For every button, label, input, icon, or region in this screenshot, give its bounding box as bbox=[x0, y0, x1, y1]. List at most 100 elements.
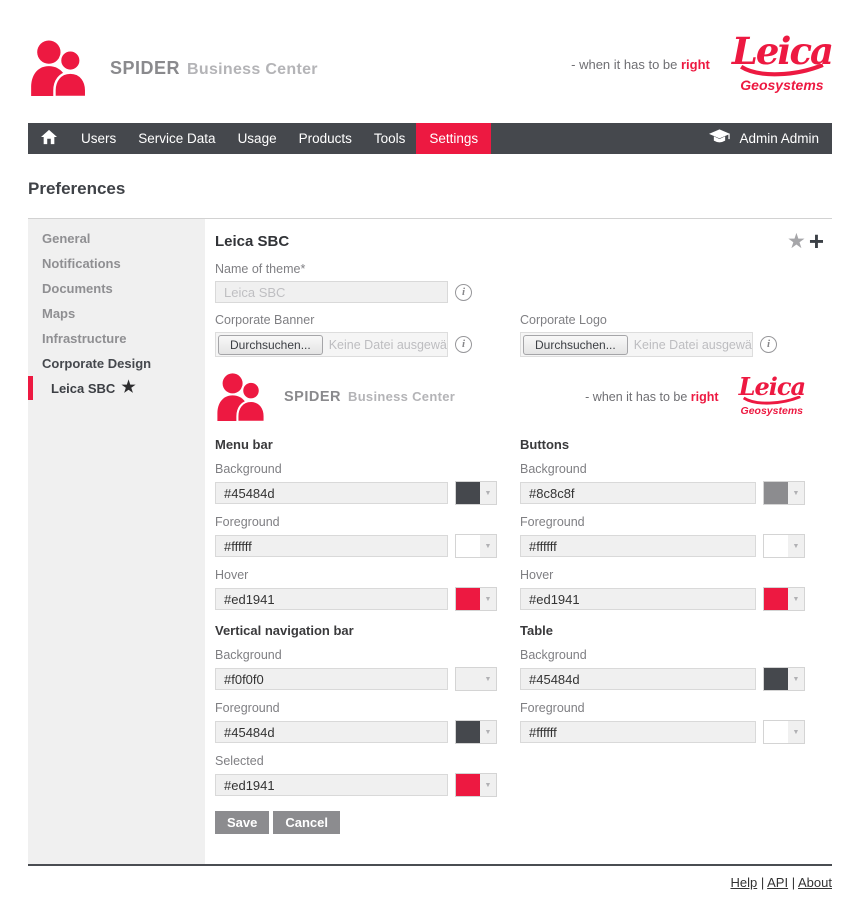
brand-name: SPIDER bbox=[110, 58, 180, 79]
spider-people-icon bbox=[28, 40, 94, 96]
chevron-down-icon: ▼ bbox=[480, 668, 496, 690]
nav-label: Products bbox=[299, 131, 352, 146]
sidebar-item-leica-sbc[interactable]: Leica SBC ★ bbox=[28, 376, 205, 400]
browse-button[interactable]: Durchsuchen... bbox=[218, 335, 323, 355]
color-field: ▼ bbox=[215, 587, 497, 611]
footer-separator: | bbox=[761, 875, 764, 890]
tagline-prefix: - when it has to be bbox=[585, 390, 691, 404]
color-swatch-dropdown[interactable]: ▼ bbox=[455, 481, 497, 505]
leica-sub-wordmark: Geosystems bbox=[741, 405, 803, 417]
browse-button[interactable]: Durchsuchen... bbox=[523, 335, 628, 355]
sidebar-item-general[interactable]: General bbox=[28, 226, 205, 251]
save-button[interactable]: Save bbox=[215, 811, 269, 834]
field-label: Foreground bbox=[215, 515, 497, 529]
color-field: ▼ bbox=[215, 534, 497, 558]
footer-link-about[interactable]: About bbox=[798, 875, 832, 890]
nav-item-users[interactable]: Users bbox=[70, 123, 127, 154]
color-value-input[interactable] bbox=[215, 668, 448, 690]
brand-text: SPIDER Business Center bbox=[110, 58, 318, 79]
leica-swoosh bbox=[738, 64, 826, 77]
footer-link-api[interactable]: API bbox=[767, 875, 788, 890]
section-title: Table bbox=[520, 623, 805, 638]
color-value-input[interactable] bbox=[520, 535, 756, 557]
color-swatch-dropdown[interactable]: ▼ bbox=[763, 534, 805, 558]
footer: Help | API | About bbox=[28, 875, 832, 890]
color-swatch-dropdown[interactable]: ▼ bbox=[455, 720, 497, 744]
favorite-toggle-icon[interactable]: ★ bbox=[787, 231, 806, 252]
color-field: ▼ bbox=[215, 667, 497, 691]
color-value-input[interactable] bbox=[215, 721, 448, 743]
user-name: Admin Admin bbox=[739, 131, 819, 146]
corporate-banner-file-input[interactable]: Durchsuchen... Keine Datei ausgewä bbox=[215, 332, 448, 357]
field-label: Background bbox=[520, 462, 805, 476]
field-label: Background bbox=[215, 462, 497, 476]
field-label: Hover bbox=[520, 568, 805, 582]
sidebar-item-maps[interactable]: Maps bbox=[28, 301, 205, 326]
info-icon[interactable]: i bbox=[455, 284, 472, 301]
cancel-button[interactable]: Cancel bbox=[273, 811, 340, 834]
leica-geosystems-logo: Leica Geosystems bbox=[739, 377, 805, 416]
theme-actions: ★ + bbox=[787, 231, 824, 252]
color-swatch-dropdown[interactable]: ▼ bbox=[763, 667, 805, 691]
color-swatch-dropdown[interactable]: ▼ bbox=[455, 667, 497, 691]
nav-label: Settings bbox=[429, 131, 478, 146]
chevron-down-icon: ▼ bbox=[480, 774, 496, 796]
sidebar-item-infrastructure[interactable]: Infrastructure bbox=[28, 326, 205, 351]
header-right: - when it has to be right Leica Geosyste… bbox=[571, 36, 832, 93]
color-swatch-dropdown[interactable]: ▼ bbox=[455, 534, 497, 558]
chevron-down-icon: ▼ bbox=[480, 482, 496, 504]
sidebar-item-notifications[interactable]: Notifications bbox=[28, 251, 205, 276]
name-of-theme-label: Name of theme* bbox=[215, 262, 832, 276]
color-value-input[interactable] bbox=[520, 668, 756, 690]
corporate-logo-file-input[interactable]: Durchsuchen... Keine Datei ausgewä bbox=[520, 332, 753, 357]
chevron-down-icon: ▼ bbox=[788, 482, 804, 504]
nav-item-tools[interactable]: Tools bbox=[363, 123, 417, 154]
info-icon[interactable]: i bbox=[455, 336, 472, 353]
color-value-input[interactable] bbox=[215, 482, 448, 504]
color-swatch-dropdown[interactable]: ▼ bbox=[455, 587, 497, 611]
corporate-banner-preview: SPIDER Business Center - when it has to … bbox=[215, 373, 832, 421]
field-label: Background bbox=[520, 648, 805, 662]
add-theme-icon[interactable]: + bbox=[809, 231, 824, 252]
color-swatch bbox=[764, 535, 788, 557]
page: SPIDER Business Center - when it has to … bbox=[0, 0, 860, 890]
color-swatch bbox=[456, 668, 480, 690]
color-field: ▼ bbox=[520, 667, 805, 691]
section-title: Menu bar bbox=[215, 437, 497, 452]
nav-item-service-data[interactable]: Service Data bbox=[127, 123, 226, 154]
nav-user-menu[interactable]: Admin Admin bbox=[709, 123, 832, 154]
info-icon[interactable]: i bbox=[760, 336, 777, 353]
brand-text: SPIDER Business Center bbox=[284, 389, 455, 405]
color-value-input[interactable] bbox=[520, 482, 756, 504]
section-table: Table Background ▼ Foreground bbox=[520, 611, 805, 797]
color-value-input[interactable] bbox=[520, 721, 756, 743]
name-of-theme-input[interactable] bbox=[215, 281, 448, 303]
theme-title: Leica SBC bbox=[215, 233, 289, 250]
sidebar-item-documents[interactable]: Documents bbox=[28, 276, 205, 301]
color-value-input[interactable] bbox=[520, 588, 756, 610]
color-swatch-dropdown[interactable]: ▼ bbox=[763, 587, 805, 611]
color-swatch-dropdown[interactable]: ▼ bbox=[455, 773, 497, 797]
sidebar-item-corporate-design[interactable]: Corporate Design bbox=[28, 351, 205, 376]
home-nav-button[interactable] bbox=[28, 123, 70, 154]
spider-brand-logo-preview: SPIDER Business Center bbox=[215, 373, 455, 421]
tagline: - when it has to be right bbox=[585, 390, 718, 404]
color-swatch-dropdown[interactable]: ▼ bbox=[763, 720, 805, 744]
color-swatch bbox=[764, 668, 788, 690]
nav-item-products[interactable]: Products bbox=[288, 123, 363, 154]
tagline-highlight: right bbox=[691, 390, 719, 404]
file-status-text: Keine Datei ausgewä bbox=[329, 338, 447, 352]
color-swatch-dropdown[interactable]: ▼ bbox=[763, 481, 805, 505]
nav-label: Usage bbox=[238, 131, 277, 146]
theme-header: Leica SBC ★ + bbox=[215, 231, 832, 252]
nav-item-settings[interactable]: Settings bbox=[416, 123, 491, 154]
color-value-input[interactable] bbox=[215, 588, 448, 610]
leica-swoosh bbox=[743, 396, 801, 405]
upload-grid: Corporate Banner Durchsuchen... Keine Da… bbox=[215, 303, 832, 357]
nav-item-usage[interactable]: Usage bbox=[227, 123, 288, 154]
color-value-input[interactable] bbox=[215, 535, 448, 557]
corporate-logo-preview: - when it has to be right Leica Geosyste… bbox=[585, 377, 805, 416]
color-value-input[interactable] bbox=[215, 774, 448, 796]
field-label: Background bbox=[215, 648, 497, 662]
footer-link-help[interactable]: Help bbox=[730, 875, 757, 890]
